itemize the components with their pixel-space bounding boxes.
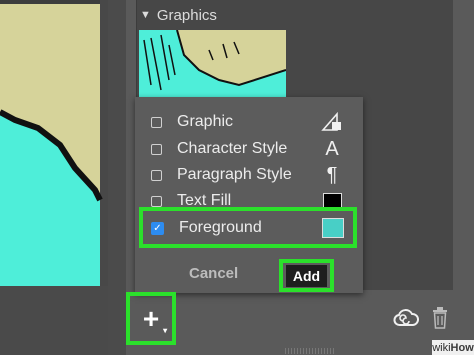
pilcrow-icon: ¶ bbox=[326, 163, 338, 186]
graphic-checkbox[interactable] bbox=[151, 116, 162, 128]
cancel-button[interactable]: Cancel bbox=[189, 265, 238, 282]
paragraph-style-checkbox[interactable] bbox=[151, 169, 162, 181]
expand-triangle-icon[interactable]: ▼ bbox=[140, 9, 151, 21]
wikihow-watermark: wiki How bbox=[432, 340, 474, 355]
character-style-icon: A bbox=[325, 137, 339, 160]
graphics-section-header[interactable]: ▼ Graphics bbox=[140, 5, 217, 25]
add-button-highlight: Add bbox=[279, 259, 334, 292]
resize-grip[interactable] bbox=[285, 348, 335, 354]
canvas-gutter bbox=[108, 0, 126, 355]
menu-item-label: Paragraph Style bbox=[177, 166, 292, 183]
watermark-text-b: How bbox=[450, 341, 474, 354]
trash-icon[interactable] bbox=[432, 307, 448, 329]
text-fill-checkbox[interactable] bbox=[151, 195, 162, 207]
plus-glyph: + bbox=[142, 302, 160, 334]
canvas-artwork bbox=[0, 0, 108, 286]
caret-down-icon: ▾ bbox=[163, 325, 168, 335]
plus-icon: + ▾ bbox=[142, 302, 167, 334]
menu-item-label: Character Style bbox=[177, 140, 288, 157]
graphics-section-title: Graphics bbox=[156, 6, 217, 24]
graphic-thumbnail[interactable] bbox=[139, 30, 286, 98]
graphic-shape-icon bbox=[321, 111, 343, 133]
watermark-text-a: wiki bbox=[432, 341, 451, 354]
creative-cloud-icon[interactable] bbox=[393, 308, 419, 328]
add-content-button[interactable]: + ▾ bbox=[126, 292, 176, 345]
teal-swatch-icon bbox=[322, 218, 344, 238]
add-button[interactable]: Add bbox=[285, 264, 328, 287]
menu-item-label: Graphic bbox=[177, 113, 234, 130]
character-style-checkbox[interactable] bbox=[151, 143, 162, 155]
